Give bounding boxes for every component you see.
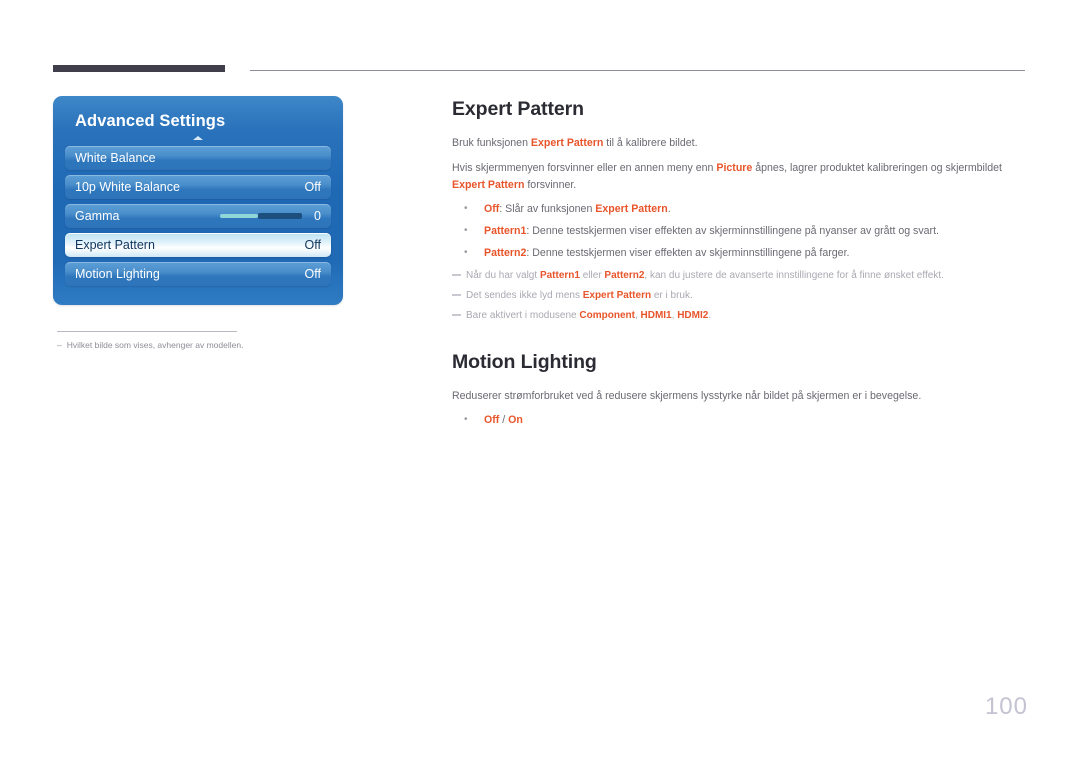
note-line: Bare aktivert i modusene Component, HDMI… bbox=[452, 308, 1027, 323]
term-component: Component bbox=[579, 309, 635, 321]
slider-track-filled bbox=[220, 214, 259, 219]
text-fragment: : Slår av funksjonen bbox=[499, 203, 596, 216]
option-term: Off bbox=[484, 203, 500, 216]
footnote-dash: – bbox=[57, 340, 62, 351]
osd-row-motion-lighting[interactable]: Motion Lighting Off bbox=[65, 262, 331, 287]
text-fragment: Det sendes ikke lyd mens bbox=[466, 289, 583, 301]
osd-row-value: Off bbox=[304, 238, 321, 253]
osd-row-list: White Balance 10p White Balance Off Gamm… bbox=[53, 146, 343, 287]
text-fragment: . bbox=[667, 203, 671, 216]
text-fragment: er i bruk. bbox=[651, 289, 693, 301]
option-term: Pattern2 bbox=[484, 247, 527, 259]
term-hdmi1: HDMI1 bbox=[640, 309, 672, 321]
text-fragment: åpnes, lagrer produktet kalibreringen og… bbox=[752, 162, 1002, 175]
expert-pattern-option-list: Off: Slår av funksjonen Expert Pattern. … bbox=[452, 201, 1027, 262]
option-term: Pattern1 bbox=[484, 225, 527, 238]
option-term-off: Off bbox=[484, 414, 500, 427]
text-fragment: / bbox=[499, 414, 509, 427]
expert-pattern-paragraph-1: Bruk funksjonen Expert Pattern til å kal… bbox=[452, 135, 1027, 151]
text-fragment: Når du har valgt bbox=[466, 269, 540, 281]
note-line: Det sendes ikke lyd mens Expert Pattern … bbox=[452, 288, 1027, 303]
text-fragment: . bbox=[708, 309, 712, 321]
advanced-settings-panel: Advanced Settings White Balance 10p Whit… bbox=[53, 96, 343, 306]
term-pattern1: Pattern1 bbox=[539, 269, 580, 281]
header-rule-dark bbox=[53, 65, 225, 72]
text-fragment: eller bbox=[579, 269, 605, 281]
motion-lighting-option-list: Off / On bbox=[452, 412, 1027, 429]
page-number: 100 bbox=[984, 693, 1028, 720]
osd-row-value: 0 bbox=[314, 209, 321, 224]
term-pattern2: Pattern2 bbox=[604, 269, 645, 281]
term-hdmi2: HDMI2 bbox=[677, 309, 709, 321]
page-title-motion-lighting: Motion Lighting bbox=[452, 350, 597, 373]
osd-row-label: Expert Pattern bbox=[75, 238, 155, 253]
osd-row-value: Off bbox=[304, 267, 321, 282]
osd-row-label: White Balance bbox=[75, 151, 156, 166]
option-term-on: On bbox=[508, 414, 523, 427]
osd-row-expert-pattern[interactable]: Expert Pattern Off bbox=[65, 233, 331, 258]
text-fragment: , kan du justere de avanserte innstillin… bbox=[644, 269, 944, 281]
osd-row-gamma[interactable]: Gamma 0 bbox=[65, 204, 331, 229]
list-item: Off: Slår av funksjonen Expert Pattern. bbox=[452, 201, 1027, 218]
term-expert-pattern: Expert Pattern bbox=[530, 137, 604, 149]
text-fragment: Bruk funksjonen bbox=[452, 137, 531, 149]
text-fragment: forsvinner. bbox=[524, 178, 577, 191]
term-expert-pattern: Expert Pattern bbox=[595, 203, 668, 216]
osd-row-white-balance[interactable]: White Balance bbox=[65, 146, 331, 171]
osd-row-label: Motion Lighting bbox=[75, 267, 160, 282]
gamma-slider[interactable] bbox=[220, 213, 303, 220]
osd-row-label: Gamma bbox=[75, 209, 120, 224]
list-item: Off / On bbox=[452, 412, 1027, 429]
osd-row-value: Off bbox=[304, 180, 321, 195]
osd-row-10p-white-balance[interactable]: 10p White Balance Off bbox=[65, 175, 331, 200]
slider-track-remainder bbox=[258, 213, 303, 220]
text-fragment: : Denne testskjermen viser effekten av s… bbox=[526, 247, 850, 259]
text-fragment: : Denne testskjermen viser effekten av s… bbox=[526, 225, 939, 238]
figure-footnote: – Hvilket bilde som vises, avhenger av m… bbox=[57, 340, 343, 350]
motion-lighting-paragraph-1: Reduserer strømforbruket ved å redusere … bbox=[452, 389, 922, 402]
text-fragment: Bare aktivert i modusene bbox=[466, 309, 580, 321]
term-expert-pattern: Expert Pattern bbox=[582, 289, 652, 301]
list-item: Pattern1: Denne testskjermen viser effek… bbox=[452, 223, 1027, 240]
page-title-expert-pattern: Expert Pattern bbox=[452, 98, 584, 120]
osd-menu-figure: Advanced Settings White Balance 10p Whit… bbox=[53, 96, 343, 350]
term-expert-pattern: Expert Pattern bbox=[452, 178, 525, 191]
expert-pattern-paragraph-2: Hvis skjermmenyen forsvinner eller en an… bbox=[452, 160, 1027, 193]
text-fragment: til å kalibrere bildet. bbox=[603, 137, 698, 149]
osd-panel-title: Advanced Settings bbox=[75, 112, 226, 130]
note-line: Når du har valgt Pattern1 eller Pattern2… bbox=[452, 268, 1027, 283]
footnote-text: Hvilket bilde som vises, avhenger av mod… bbox=[66, 340, 244, 351]
osd-row-label: 10p White Balance bbox=[75, 180, 180, 195]
caret-up-icon[interactable] bbox=[53, 130, 343, 146]
header-rule-thin bbox=[250, 70, 1025, 71]
term-picture: Picture bbox=[716, 162, 753, 175]
text-fragment: Hvis skjermmenyen forsvinner eller en an… bbox=[452, 162, 717, 175]
figure-footnote-rule bbox=[57, 331, 237, 333]
list-item: Pattern2: Denne testskjermen viser effek… bbox=[452, 245, 1027, 262]
article-body: Expert Pattern Bruk funksjonen Expert Pa… bbox=[452, 98, 1027, 435]
